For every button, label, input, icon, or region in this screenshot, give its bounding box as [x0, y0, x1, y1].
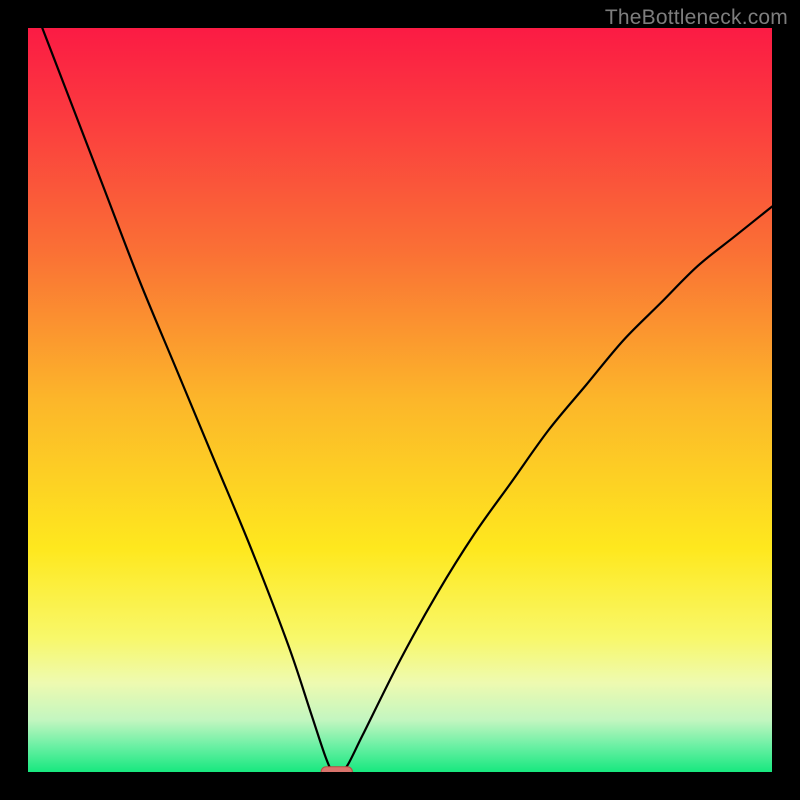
- chart-svg: [28, 28, 772, 772]
- optimal-marker: [321, 767, 352, 772]
- watermark-text: TheBottleneck.com: [605, 6, 788, 30]
- chart-frame: TheBottleneck.com: [0, 0, 800, 800]
- plot-area: [28, 28, 772, 772]
